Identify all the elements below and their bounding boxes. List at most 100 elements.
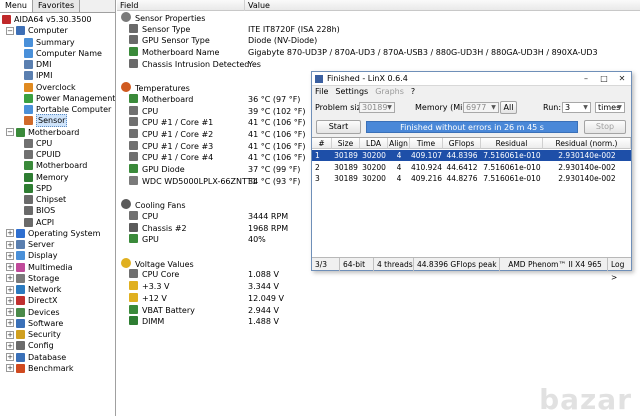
tree-item[interactable]: BIOS bbox=[24, 205, 55, 216]
tree-item-label: Computer bbox=[28, 26, 68, 36]
field-label: Voltage Values bbox=[135, 259, 194, 269]
tab-favorites[interactable]: Favorites bbox=[32, 0, 81, 12]
run-count-select[interactable]: 3 ▼ bbox=[562, 102, 591, 113]
menu-file[interactable]: File bbox=[315, 86, 328, 97]
start-button[interactable]: Start bbox=[316, 120, 361, 134]
linx-titlebar[interactable]: Finished - LinX 0.6.4 – □ ✕ bbox=[312, 72, 631, 86]
tree-item[interactable]: + Database bbox=[6, 352, 66, 363]
close-icon[interactable]: ✕ bbox=[613, 73, 631, 85]
run-unit-select[interactable]: times ▼ bbox=[595, 102, 625, 113]
expand-icon[interactable]: + bbox=[6, 341, 14, 350]
results-column-header[interactable]: Residual bbox=[481, 138, 543, 149]
sensor-row[interactable]: Chassis Intrusion Detected Yes bbox=[129, 58, 629, 71]
tree-item[interactable]: Chipset bbox=[24, 194, 66, 205]
expand-icon[interactable]: + bbox=[6, 240, 14, 249]
tree-item-label: Software bbox=[28, 318, 64, 328]
expand-icon[interactable]: + bbox=[6, 319, 14, 328]
sensor-row[interactable]: VBAT Battery 2.944 V bbox=[129, 304, 629, 317]
tree-item[interactable]: + Devices bbox=[6, 307, 60, 318]
sensor-row[interactable]: DIMM 1.488 V bbox=[129, 316, 629, 328]
maximize-icon[interactable]: □ bbox=[595, 73, 613, 85]
menu-help[interactable]: ? bbox=[411, 86, 415, 97]
expand-icon[interactable]: + bbox=[6, 285, 14, 294]
problem-size-select[interactable]: 30189 ▼ bbox=[359, 102, 395, 113]
tree-item[interactable]: Overclock bbox=[24, 82, 76, 93]
tree-item[interactable]: + DirectX bbox=[6, 295, 57, 306]
tree-item[interactable]: + Network bbox=[6, 284, 61, 295]
expand-icon[interactable]: + bbox=[6, 308, 14, 317]
tree-item[interactable]: Sensor bbox=[24, 114, 68, 128]
expand-icon[interactable]: + bbox=[6, 330, 14, 339]
group-header[interactable]: Sensor Properties bbox=[121, 12, 621, 24]
tree-item[interactable]: Memory bbox=[24, 172, 69, 183]
results-column-header[interactable]: GFlops bbox=[443, 138, 481, 149]
field-value: 3.344 V bbox=[248, 282, 279, 292]
tree-item-label: Server bbox=[28, 240, 55, 250]
log-button[interactable]: Log > bbox=[608, 258, 631, 282]
expand-icon[interactable]: + bbox=[6, 353, 14, 362]
results-column-header[interactable]: LDA bbox=[360, 138, 388, 149]
collapse-icon[interactable]: − bbox=[6, 128, 14, 137]
expand-icon[interactable]: + bbox=[6, 263, 14, 272]
tree-item[interactable]: + Multimedia bbox=[6, 262, 72, 273]
stop-button[interactable]: Stop bbox=[584, 120, 626, 134]
results-column-header[interactable]: Align bbox=[388, 138, 410, 149]
minimize-icon[interactable]: – bbox=[577, 73, 595, 85]
column-value[interactable]: Value bbox=[245, 0, 640, 11]
tree-item[interactable]: SPD bbox=[24, 183, 52, 194]
results-row[interactable]: 2 30189 30200 4 410.924 44.6412 7.516061e-010 2… bbox=[312, 162, 631, 173]
spd-icon bbox=[24, 183, 33, 193]
tree-item[interactable]: Computer Name bbox=[24, 48, 102, 59]
all-button[interactable]: All bbox=[500, 101, 517, 114]
tree-item[interactable]: + Storage bbox=[6, 273, 59, 284]
tree-item[interactable]: + Software bbox=[6, 318, 63, 329]
sensor-row[interactable]: CPU Core 1.088 V bbox=[129, 269, 629, 281]
results-row[interactable]: 3 30189 30200 4 409.216 44.8276 7.516061e-010 2… bbox=[312, 173, 631, 184]
fan-icon bbox=[129, 222, 138, 232]
field-label: CPU bbox=[142, 211, 159, 221]
results-column-header[interactable]: Time bbox=[410, 138, 443, 149]
tree-item[interactable]: Power Management bbox=[24, 93, 115, 104]
config-icon bbox=[16, 341, 25, 351]
tree-item[interactable]: − Computer bbox=[6, 25, 68, 36]
tree-item[interactable]: + Security bbox=[6, 329, 61, 340]
sensor-row[interactable]: +12 V 12.049 V bbox=[129, 292, 629, 305]
tree-item[interactable]: Motherboard bbox=[24, 160, 87, 171]
tree-item[interactable]: Summary bbox=[24, 37, 75, 48]
collapse-icon[interactable]: − bbox=[6, 26, 14, 35]
sensor-row[interactable]: +3.3 V 3.344 V bbox=[129, 281, 629, 293]
results-column-header[interactable]: # bbox=[312, 138, 332, 149]
tree-item[interactable]: ACPI bbox=[24, 217, 54, 228]
results-row[interactable]: 1 30189 30200 4 409.107 44.8396 7.516061e-010 2… bbox=[312, 150, 631, 161]
tree-item[interactable]: − Motherboard bbox=[6, 127, 79, 138]
expand-icon[interactable]: + bbox=[6, 296, 14, 305]
tree-item-label: Computer Name bbox=[36, 48, 102, 58]
column-field[interactable]: Field bbox=[117, 0, 245, 11]
menu-graphs[interactable]: Graphs bbox=[375, 86, 404, 97]
expand-icon[interactable]: + bbox=[6, 251, 14, 260]
tab-menu[interactable]: Menu bbox=[0, 0, 33, 12]
tree-item[interactable]: AIDA64 v5.30.3500 bbox=[2, 14, 92, 25]
results-column-header[interactable]: Size bbox=[332, 138, 360, 149]
tree-item[interactable]: + Config bbox=[6, 340, 54, 351]
tree-item[interactable]: + Server bbox=[6, 239, 54, 250]
network-icon bbox=[16, 285, 25, 295]
sensor-icon bbox=[129, 23, 138, 33]
field-label: Motherboard Name bbox=[142, 48, 220, 58]
sensor-row[interactable]: Sensor Type ITE IT8720F (ISA 228h) bbox=[129, 23, 629, 36]
sensor-row[interactable]: GPU Sensor Type Diode (NV-Diode) bbox=[129, 35, 629, 47]
tree-item[interactable]: CPU bbox=[24, 138, 52, 149]
tree-item[interactable]: + Display bbox=[6, 250, 58, 261]
sensor-row[interactable]: Motherboard Name Gigabyte 870-UD3P / 870A… bbox=[129, 47, 629, 59]
tree-item[interactable]: + Benchmark bbox=[6, 363, 74, 374]
menu-settings[interactable]: Settings bbox=[335, 86, 368, 97]
tree-item[interactable]: DMI bbox=[24, 59, 51, 70]
expand-icon[interactable]: + bbox=[6, 229, 14, 238]
tree-item[interactable]: + Operating System bbox=[6, 228, 100, 239]
tree-item[interactable]: CPUID bbox=[24, 149, 61, 160]
expand-icon[interactable]: + bbox=[6, 274, 14, 283]
results-column-header[interactable]: Residual (norm.) bbox=[543, 138, 631, 149]
expand-icon[interactable]: + bbox=[6, 364, 14, 373]
memory-select[interactable]: 6977 ▼ bbox=[463, 102, 499, 113]
tree-item[interactable]: IPMI bbox=[24, 70, 52, 81]
